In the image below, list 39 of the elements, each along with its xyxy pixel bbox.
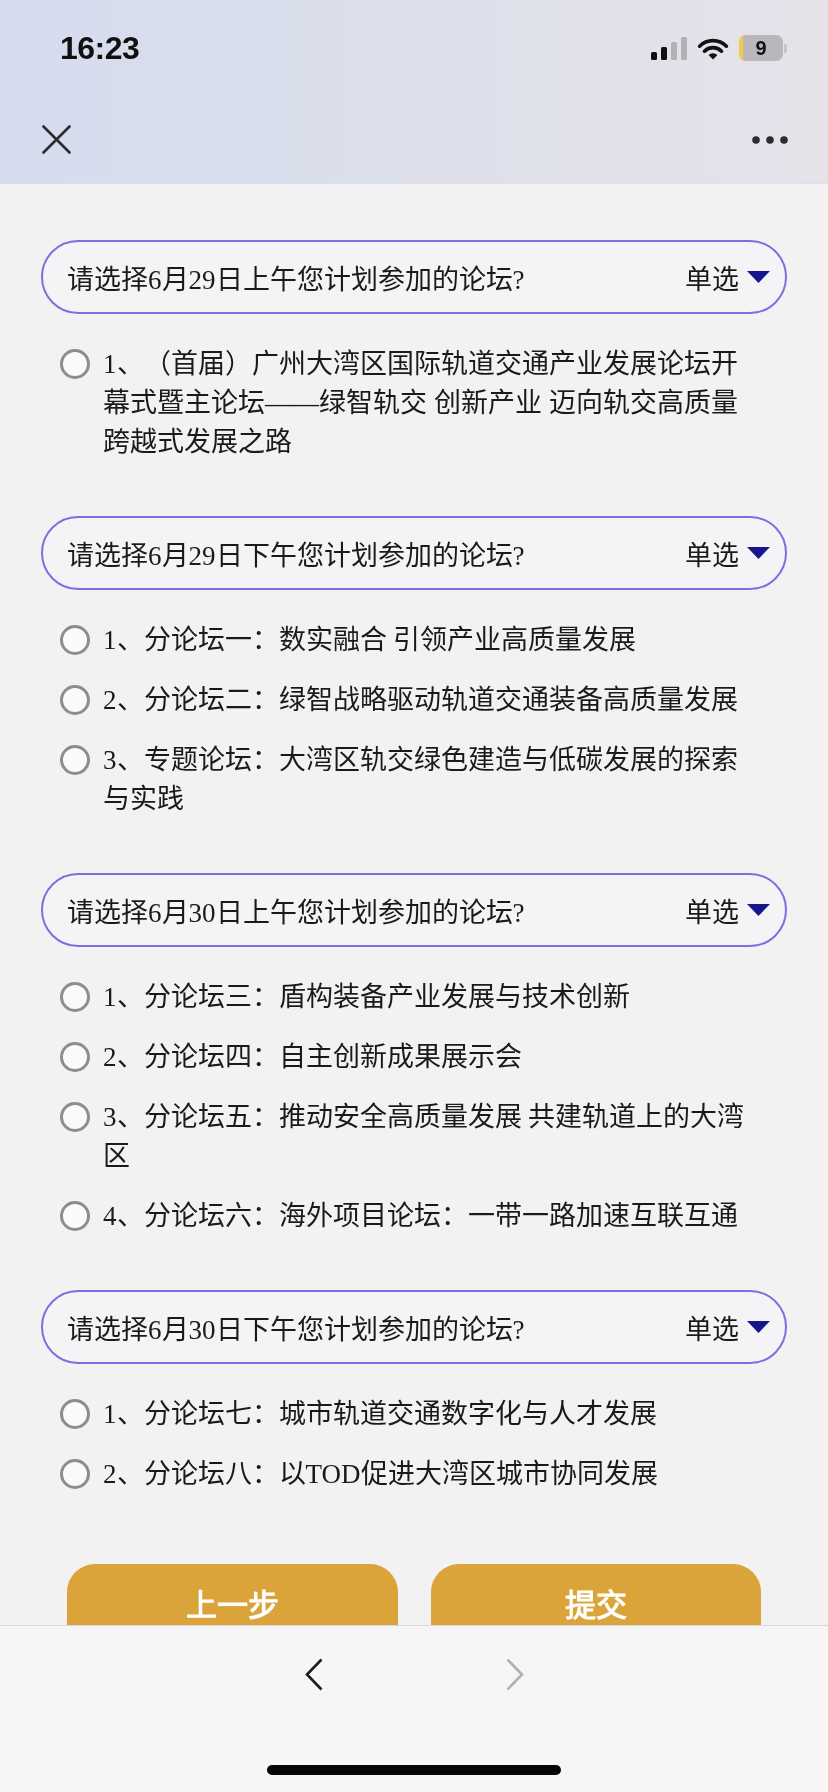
wifi-icon	[697, 36, 729, 60]
caret-icon	[747, 547, 770, 559]
radio-button[interactable]	[60, 1042, 90, 1072]
option-label[interactable]: 1、分论坛三：盾构装备产业发展与技术创新	[103, 978, 748, 1017]
signal-icon	[651, 36, 687, 60]
option-label[interactable]: 4、分论坛六：海外项目论坛：一带一路加速互联互通	[103, 1197, 748, 1236]
option-label[interactable]: 3、分论坛五：推动安全高质量发展 共建轨道上的大湾区	[103, 1098, 748, 1176]
back-icon[interactable]	[304, 1658, 323, 1691]
radio-button[interactable]	[60, 685, 90, 715]
option-label[interactable]: 2、分论坛二：绿智战略驱动轨道交通装备高质量发展	[103, 681, 748, 720]
option-label[interactable]: 1、分论坛七：城市轨道交通数字化与人才发展	[103, 1395, 748, 1434]
more-icon[interactable]	[752, 135, 788, 144]
question-title: 请选择6月30日上午您计划参加的论坛?	[67, 896, 526, 930]
radio-button[interactable]	[60, 1201, 90, 1231]
caret-icon	[747, 271, 770, 283]
question-type-label: 单选	[685, 539, 739, 573]
radio-button[interactable]	[60, 745, 90, 775]
radio-button[interactable]	[60, 625, 90, 655]
question-title: 请选择6月29日下午您计划参加的论坛?	[67, 539, 526, 573]
option-label[interactable]: 3、专题论坛：大湾区轨交绿色建造与低碳发展的探索与实践	[103, 741, 748, 819]
question-type-label: 单选	[685, 1313, 739, 1347]
option-label[interactable]: 1、（首届）广州大湾区国际轨道交通产业发展论坛开幕式暨主论坛——绿智轨交 创新产业 迈向轨交高质量跨越式发展之路	[103, 345, 748, 462]
status-time: 16:23	[60, 29, 140, 67]
radio-button[interactable]	[60, 349, 90, 379]
caret-icon	[747, 1321, 770, 1333]
radio-button[interactable]	[60, 1459, 90, 1489]
question-title: 请选择6月30日下午您计划参加的论坛?	[67, 1313, 526, 1347]
radio-button[interactable]	[60, 1102, 90, 1132]
battery-percentage: 9	[754, 36, 768, 61]
radio-button[interactable]	[60, 982, 90, 1012]
question-type-label: 单选	[685, 896, 739, 930]
question-type-label: 单选	[685, 263, 739, 297]
option-label[interactable]: 2、分论坛四：自主创新成果展示会	[103, 1038, 748, 1077]
radio-button[interactable]	[60, 1399, 90, 1429]
close-icon[interactable]	[42, 125, 71, 154]
question-title: 请选择6月29日上午您计划参加的论坛?	[67, 263, 526, 297]
option-label[interactable]: 2、分论坛八：以TOD促进大湾区城市协同发展	[103, 1455, 748, 1494]
caret-icon	[747, 904, 770, 916]
option-label[interactable]: 1、分论坛一：数实融合 引领产业高质量发展	[103, 621, 748, 660]
